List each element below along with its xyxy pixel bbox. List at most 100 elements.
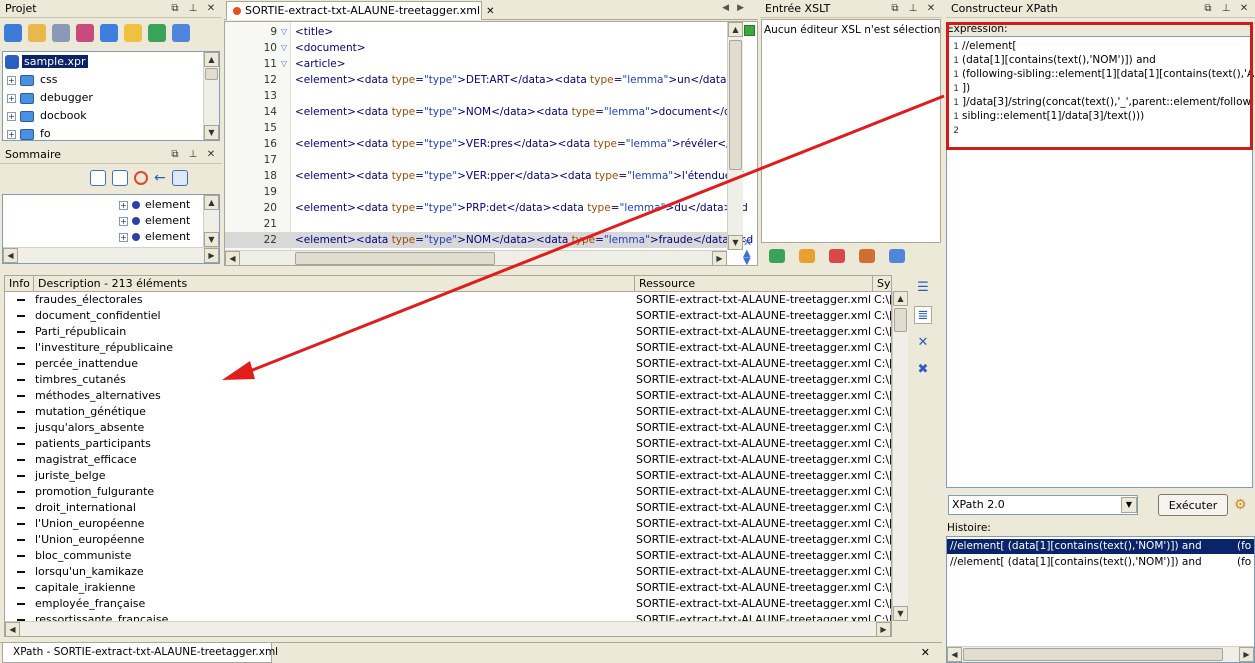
col-header-sys[interactable]: Sys	[873, 276, 891, 292]
table-row[interactable]: Parti_républicain SORTIE-extract-txt-ALAU…	[5, 324, 891, 340]
col-header-description[interactable]: Description - 213 éléments	[34, 276, 635, 292]
code-line[interactable]: 14 <element><data type="type">NOM</data><…	[225, 104, 731, 120]
table-row[interactable]: document_confidentiel SORTIE-extract-txt-…	[5, 308, 891, 324]
scroll-thumb[interactable]	[729, 40, 742, 170]
code-line[interactable]: 19	[225, 184, 727, 200]
components-icon[interactable]	[829, 249, 845, 263]
editor-tab[interactable]: SORTIE-extract-txt-ALAUNE-treetagger.xml…	[226, 1, 494, 20]
scroll-thumb[interactable]	[205, 68, 218, 80]
sync-icon[interactable]	[172, 24, 190, 42]
editor-hscrollbar[interactable]: ◀ ▶	[225, 250, 727, 265]
scroll-thumb[interactable]	[894, 308, 907, 332]
new-folder-icon[interactable]	[124, 24, 142, 42]
settings-gears-icon[interactable]: ⚙	[1234, 497, 1247, 513]
back-arrow-icon[interactable]: ←	[154, 170, 166, 186]
restore-icon[interactable]: ⧉	[170, 146, 180, 164]
table-row[interactable]: l'Union_européenne SORTIE-extract-txt-ALA…	[5, 516, 891, 532]
history-item-selected[interactable]: //element[ (data[1][contains(text(),'NOM…	[947, 539, 1254, 554]
table-row[interactable]: patients_participants SORTIE-extract-txt-…	[5, 436, 891, 452]
scroll-left-icon[interactable]: ◀	[225, 251, 240, 265]
xml-editor[interactable]: 9 ▽ <title> 10 ▽ <document> 11 ▽ <article> 12 <ele…	[224, 21, 758, 266]
remove-all-icon[interactable]: ✖	[914, 361, 932, 379]
pin-icon[interactable]: ⊥	[188, 146, 198, 164]
table-row[interactable]: juriste_belge SORTIE-extract-txt-ALAUNE-t…	[5, 468, 891, 484]
pin-icon[interactable]: ⊥	[908, 0, 918, 18]
scroll-right-icon[interactable]: ▶	[204, 248, 219, 263]
results-vscrollbar[interactable]: ▲ ▼	[892, 291, 908, 621]
close-icon[interactable]: ✕	[486, 6, 494, 17]
table-row[interactable]: l'investiture_républicaine SORTIE-extract…	[5, 340, 891, 356]
tree-item-project-file[interactable]: sample.xpr	[5, 53, 88, 71]
chevron-down-icon[interactable]: ▼	[1121, 497, 1137, 513]
tree-item-folder[interactable]: + fo	[7, 125, 51, 140]
history-hscrollbar[interactable]: ◀ ▶	[947, 646, 1254, 662]
pin-icon[interactable]: ⊥	[188, 0, 198, 18]
table-row[interactable]: timbres_cutanés SORTIE-extract-txt-ALAUNE…	[5, 372, 891, 388]
scroll-up-icon[interactable]: ▲	[728, 22, 743, 37]
code-line[interactable]: 18 <element><data type="type">VER:pper</d…	[225, 168, 744, 184]
save-icon[interactable]	[52, 24, 70, 42]
table-row[interactable]: promotion_fulgurante SORTIE-extract-txt-A…	[5, 484, 891, 500]
expand-icon[interactable]: +	[119, 232, 128, 242]
sync-outline-icon[interactable]	[171, 170, 188, 186]
scroll-right-icon[interactable]: ▶	[1239, 647, 1254, 662]
tree-item-folder[interactable]: + css	[7, 71, 58, 89]
table-row[interactable]: magistrat_efficace SORTIE-extract-txt-ALA…	[5, 452, 891, 468]
code-line[interactable]: 17	[225, 152, 727, 168]
restore-icon[interactable]: ⧉	[890, 0, 900, 18]
text-icon[interactable]	[112, 170, 128, 186]
tree-item-folder[interactable]: + docbook	[7, 107, 87, 125]
code-line[interactable]: 16 <element><data type="type">VER:pres</d…	[225, 136, 743, 152]
history-item[interactable]: //element[ (data[1][contains(text(),'NOM…	[947, 555, 1254, 570]
users-icon[interactable]	[799, 249, 815, 263]
table-row[interactable]: lorsqu'un_kamikaze SORTIE-extract-txt-ALA…	[5, 564, 891, 580]
results-tab[interactable]: XPath - SORTIE-extract-txt-ALAUNE-treeta…	[2, 643, 278, 663]
list-view-icon[interactable]: ≣	[914, 306, 932, 324]
table-row[interactable]: jusqu'alors_absente SORTIE-extract-txt-AL…	[5, 420, 891, 436]
table-row[interactable]: mutation_génétique SORTIE-extract-txt-ALA…	[5, 404, 891, 420]
expand-icon[interactable]: +	[7, 129, 16, 139]
table-row[interactable]: méthodes_alternatives SORTIE-extract-txt-…	[5, 388, 891, 404]
code-line[interactable]: 13	[225, 88, 727, 104]
code-line[interactable]: 21	[225, 216, 727, 232]
table-row[interactable]: bloc_communiste SORTIE-extract-txt-ALAUNE…	[5, 548, 891, 564]
fold-toggle-icon[interactable]: ▽	[281, 56, 287, 72]
restore-icon[interactable]: ⧉	[170, 0, 180, 18]
pin-icon[interactable]: ⊥	[1221, 0, 1231, 18]
code-line[interactable]: 22 <element><data type="type">NOM</data><…	[225, 232, 753, 248]
tree-view-icon[interactable]	[769, 249, 785, 263]
editor-vscrollbar[interactable]: ▲ ▼	[727, 22, 743, 250]
scroll-right-icon[interactable]: ▶	[712, 251, 727, 265]
results-hscrollbar[interactable]: ◀ ▶	[5, 621, 891, 636]
code-line[interactable]: 15	[225, 120, 727, 136]
scroll-right-icon[interactable]: ▶	[876, 622, 891, 636]
refresh-icon[interactable]	[148, 24, 166, 42]
table-row[interactable]: droit_international SORTIE-extract-txt-AL…	[5, 500, 891, 516]
validate-icon[interactable]	[76, 24, 94, 42]
split-arrows-icon[interactable]: ▲ ▼	[743, 249, 751, 266]
scroll-left-icon[interactable]: ◀	[947, 647, 962, 662]
close-icon[interactable]: ✕	[206, 0, 216, 18]
model-icon[interactable]	[889, 249, 905, 263]
scroll-left-icon[interactable]: ◀	[3, 248, 18, 263]
table-row[interactable]: l'Union_européenne SORTIE-extract-txt-ALA…	[5, 532, 891, 548]
scroll-up-icon[interactable]: ▲	[893, 291, 908, 306]
scroll-up-icon[interactable]: ▲	[204, 195, 219, 210]
table-row[interactable]: capitale_irakienne SORTIE-extract-txt-ALA…	[5, 580, 891, 596]
scroll-thumb[interactable]	[963, 648, 1223, 661]
col-header-info[interactable]: Info	[5, 276, 34, 292]
close-icon[interactable]: ✕	[1239, 0, 1249, 18]
scroll-thumb[interactable]	[295, 252, 495, 265]
tree-item-folder[interactable]: + debugger	[7, 89, 93, 107]
scroll-up-icon[interactable]: ▲	[204, 52, 219, 67]
fold-toggle-icon[interactable]: ▽	[281, 24, 287, 40]
scroll-down-icon[interactable]: ▼	[893, 606, 908, 621]
code-line[interactable]: 12 <element><data type="type">DET:ART</da…	[225, 72, 744, 88]
expand-icon[interactable]: +	[7, 75, 16, 85]
fold-toggle-icon[interactable]: ▽	[281, 40, 287, 56]
xpath-version-select[interactable]: XPath 2.0 ▼	[948, 495, 1138, 515]
table-row[interactable]: percée_inattendue SORTIE-extract-txt-ALAU…	[5, 356, 891, 372]
projet-scrollbar[interactable]: ▲ ▼	[203, 52, 219, 140]
sommaire-scrollbar[interactable]: ▲ ▼	[203, 195, 219, 247]
close-icon[interactable]: ✕	[206, 146, 216, 164]
